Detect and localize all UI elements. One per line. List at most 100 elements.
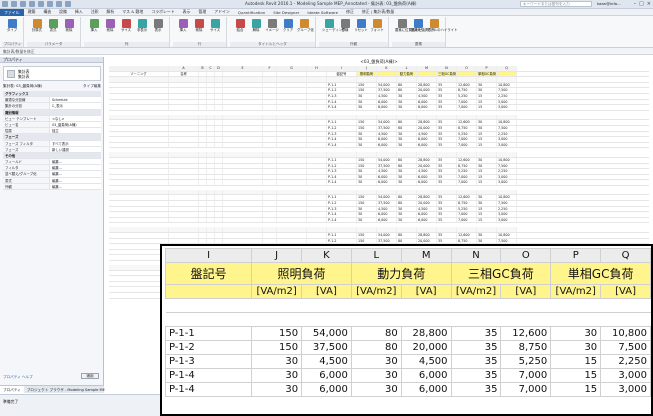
schedule-cell[interactable] (199, 238, 207, 244)
schedule-cell[interactable] (307, 114, 327, 120)
schedule-cell[interactable] (263, 163, 277, 169)
schedule-cell[interactable]: 30 (397, 174, 417, 180)
spacer-cell[interactable] (451, 312, 501, 327)
tool-icon[interactable] (267, 19, 277, 28)
ribbon-button[interactable]: イメージ (265, 19, 279, 33)
schedule-cell[interactable] (207, 189, 215, 195)
schedule-cell[interactable] (215, 82, 223, 88)
unit-cell[interactable]: [VA/m2] (350, 284, 402, 299)
schedule-cell[interactable]: 5,250 (457, 93, 477, 99)
schedule-cell[interactable]: 7,500 (497, 88, 517, 93)
schedule-cell[interactable]: 35 (437, 125, 457, 131)
schedule-cell[interactable]: 6,000 (377, 105, 397, 110)
schedule-cell[interactable] (109, 93, 169, 99)
schedule-cell[interactable] (207, 227, 215, 233)
ribbon-button[interactable]: サイズ (208, 19, 222, 33)
schedule-cell[interactable]: 30 (477, 233, 497, 238)
property-name[interactable]: 従属 (3, 128, 49, 133)
schedule-cell[interactable] (277, 137, 307, 142)
ribbon-group[interactable]: シェーディング 罫線 リセット フォント 外観 (319, 17, 389, 47)
load-value[interactable]: 12,600 (500, 326, 552, 341)
schedule-cell[interactable] (199, 93, 207, 99)
schedule-cell[interactable]: 150 (357, 163, 377, 169)
schedule-cell[interactable]: 10,800 (497, 157, 517, 163)
property-name[interactable]: フェーズ (3, 147, 49, 152)
schedule-cell[interactable]: 15 (477, 99, 497, 105)
schedule-cell[interactable] (277, 152, 307, 157)
schedule-cell[interactable] (169, 120, 199, 125)
schedule-cell[interactable] (277, 206, 307, 212)
schedule-cell[interactable]: 15 (477, 206, 497, 212)
schedule-cell[interactable] (109, 189, 169, 195)
schedule-cell[interactable]: 35 (437, 174, 457, 180)
property-value[interactable]: 独立 (49, 128, 101, 134)
schedule-cell[interactable]: 6,000 (377, 217, 397, 223)
schedule-cell[interactable] (263, 195, 277, 201)
schedule-cell[interactable] (169, 105, 199, 110)
load-value[interactable]: 30 (251, 354, 303, 369)
schedule-cell[interactable]: 150 (357, 125, 377, 131)
ribbon-button[interactable]: リセット (354, 19, 368, 33)
ribbon-button-label[interactable]: 罫線 (338, 28, 352, 33)
schedule-cell[interactable] (215, 105, 223, 110)
schedule-cell[interactable] (109, 125, 169, 131)
schedule-cell[interactable]: 80 (397, 157, 417, 163)
schedule-cell[interactable] (215, 71, 223, 77)
schedule-cell[interactable]: 30 (477, 157, 497, 163)
schedule-cell[interactable]: 28,800 (417, 233, 437, 238)
menu-tab[interactable]: 表示 (179, 9, 195, 15)
spacer-cell[interactable] (251, 312, 302, 327)
schedule-cell[interactable] (109, 120, 169, 125)
schedule-cell[interactable] (207, 238, 215, 244)
schedule-cell[interactable]: 12,600 (457, 157, 477, 163)
schedule-cell[interactable] (277, 120, 307, 125)
schedule-cell[interactable]: 3,000 (497, 217, 517, 223)
schedule-cell[interactable] (169, 82, 199, 88)
schedule-cell[interactable]: 7,000 (457, 142, 477, 148)
panel-header[interactable]: 盤記号 (164, 262, 253, 285)
schedule-cell[interactable] (215, 238, 223, 244)
schedule-cell[interactable] (277, 163, 307, 169)
schedule-cell[interactable] (207, 105, 215, 110)
schedule-cell[interactable]: 6,000 (417, 137, 437, 142)
ribbon-button-label[interactable]: 結合 (233, 28, 247, 33)
ribbon-button[interactable]: 挿入 (87, 19, 101, 33)
schedule-cell[interactable] (263, 212, 277, 217)
user-sign-in[interactable]: kaan@info... (597, 1, 621, 6)
schedule-cell[interactable] (263, 114, 277, 120)
schedule-cell[interactable] (199, 77, 207, 82)
schedule-cell[interactable]: 35 (437, 212, 457, 217)
schedule-cell[interactable] (307, 142, 327, 148)
schedule-cell[interactable]: 15 (477, 169, 497, 174)
ribbon-button[interactable]: フォント (370, 19, 384, 33)
property-value[interactable]: 新しい建設 (49, 146, 101, 152)
schedule-cell[interactable]: 7,500 (497, 238, 517, 244)
column-letter[interactable]: P (550, 248, 602, 263)
schedule-cell[interactable] (327, 189, 357, 195)
schedule-cell[interactable] (307, 217, 327, 223)
load-value[interactable]: 15 (550, 368, 602, 383)
schedule-cell[interactable] (215, 217, 223, 223)
schedule-cell[interactable]: 30 (357, 180, 377, 185)
ribbon-button-label[interactable]: タイプ (5, 28, 19, 33)
ribbon-button-label[interactable]: 書式 (46, 28, 60, 33)
schedule-cell[interactable]: N (437, 66, 457, 71)
window-controls[interactable]: – □ × (634, 1, 651, 7)
schedule-cell[interactable] (109, 233, 169, 238)
tool-icon[interactable] (235, 19, 245, 28)
spacer-cell[interactable] (600, 312, 651, 327)
schedule-cell[interactable]: 35 (437, 88, 457, 93)
schedule-cell[interactable] (199, 120, 207, 125)
schedule-cell[interactable] (109, 174, 169, 180)
schedule-cell[interactable]: 5,250 (457, 206, 477, 212)
schedule-cell[interactable] (277, 105, 307, 110)
ribbon-button-label[interactable]: 解除 (249, 28, 263, 33)
schedule-cell[interactable] (215, 227, 223, 233)
schedule-cell[interactable]: 2,250 (497, 131, 517, 137)
load-value[interactable]: 6,000 (400, 368, 452, 383)
schedule-cell[interactable]: 7,500 (497, 125, 517, 131)
schedule-cell[interactable] (327, 114, 357, 120)
schedule-cell[interactable] (497, 71, 517, 77)
schedule-cell[interactable] (109, 77, 169, 82)
schedule-cell[interactable] (307, 125, 327, 131)
